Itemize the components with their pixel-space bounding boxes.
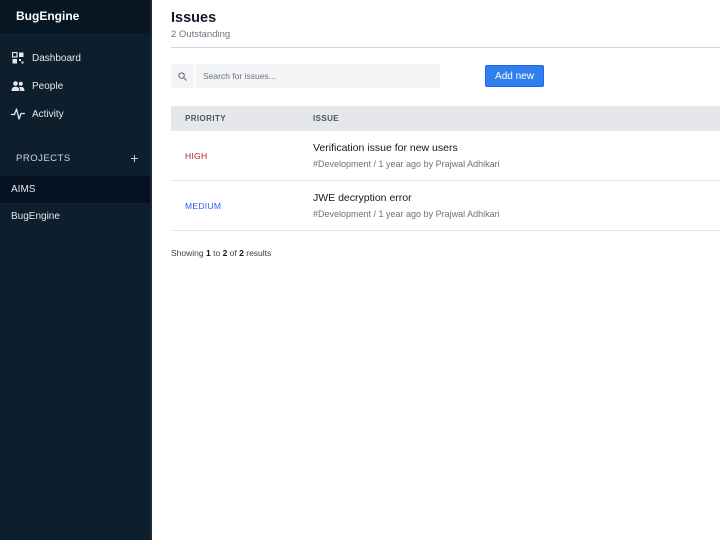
activity-icon [11,107,25,121]
priority-badge: MEDIUM [185,200,222,211]
brand-name[interactable]: BugEngine [0,0,150,33]
results-to-word: to [213,248,221,258]
results-total: 2 [239,248,244,258]
sidebar-item-label: Activity [32,108,64,120]
results-of-word: of [229,248,237,258]
issue-title[interactable]: JWE decryption error [313,192,720,204]
issue-meta: #Development / 1 year ago by Prajwal Adh… [313,159,500,169]
sidebar-item-dashboard[interactable]: Dashboard [0,44,150,72]
results-prefix: Showing [171,248,204,258]
issue-meta: #Development / 1 year ago by Prajwal Adh… [313,209,500,219]
results-suffix: results [246,248,272,258]
search-input[interactable] [195,64,440,88]
priority-badge: HIGH [185,150,208,161]
dashboard-icon [11,51,25,65]
search-icon [171,64,195,88]
table-row[interactable]: MEDIUM JWE decryption error #Development… [171,181,720,231]
page-title: Issues [171,10,217,26]
sidebar-item-label: People [32,80,64,92]
project-item-aims[interactable]: AIMS [0,176,150,203]
add-new-button[interactable]: Add new [485,65,544,87]
issues-table: PRIORITY ISSUE HIGH Verification issue f… [171,106,720,231]
sidebar-item-label: Dashboard [32,52,81,64]
search-bar [171,64,440,88]
column-header-issue[interactable]: ISSUE [313,114,720,123]
sidebar-item-people[interactable]: People [0,72,150,100]
issue-cell: Verification issue for new users #Develo… [313,142,720,169]
table-header: PRIORITY ISSUE [171,106,720,131]
project-item-bugengine[interactable]: BugEngine [0,203,150,230]
results-to: 2 [222,248,228,258]
results-from: 1 [205,248,211,258]
header-divider [171,47,720,48]
people-icon [11,79,25,93]
table-row[interactable]: HIGH Verification issue for new users #D… [171,131,720,181]
issue-cell: JWE decryption error #Development / 1 ye… [313,192,720,219]
column-header-priority[interactable]: PRIORITY [171,114,313,123]
add-project-icon[interactable]: + [130,151,139,165]
projects-label: PROJECTS [16,152,71,164]
issue-title[interactable]: Verification issue for new users [313,142,720,154]
outstanding-count: 2 Outstanding [171,29,231,40]
main-content: Issues 2 Outstanding Add new PRIORITY IS… [152,0,720,540]
sidebar-item-activity[interactable]: Activity [0,100,150,128]
sidebar: BugEngine Dashboard People Activity PROJ… [0,0,150,540]
sidebar-nav: Dashboard People Activity [0,33,150,128]
projects-header: PROJECTS + [0,146,150,170]
results-summary: Showing 1 to 2 of 2 results [171,248,271,258]
